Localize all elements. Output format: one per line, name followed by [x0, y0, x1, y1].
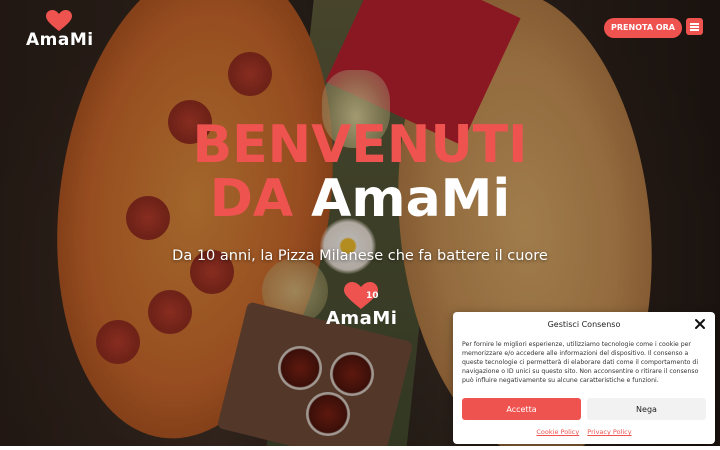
heart-10-icon: 10 [344, 282, 378, 309]
cookie-banner-title: Gestisci Consenso [547, 320, 621, 329]
cookie-consent-banner: Gestisci Consenso Per fornire le miglior… [453, 312, 715, 444]
headline-line1: BENVENUTI [192, 115, 528, 175]
hero-logo-badge: 10 AmaMi [326, 282, 398, 329]
hero-logo-text: AmaMi [326, 308, 398, 329]
privacy-policy-link[interactable]: Privacy Policy [587, 428, 631, 436]
heart-icon [46, 10, 72, 31]
site-logo[interactable]: AmaMi [26, 10, 94, 50]
hamburger-menu-icon[interactable] [686, 18, 703, 35]
logo-text: AmaMi [26, 30, 94, 50]
cookie-policy-link[interactable]: Cookie Policy [536, 428, 579, 436]
hero-subtitle: Da 10 anni, la Pizza Milanese che fa bat… [172, 248, 548, 264]
accept-button[interactable]: Accetta [462, 398, 581, 420]
deny-button[interactable]: Nega [587, 398, 706, 420]
close-icon[interactable] [694, 318, 706, 330]
headline-brand: AmaMi [311, 169, 511, 229]
headline-line2: DA AmaMi [160, 172, 560, 226]
prenota-ora-button[interactable]: PRENOTA ORA [604, 18, 682, 38]
cookie-links: Cookie Policy Privacy Policy [453, 428, 715, 436]
cookie-banner-text: Per fornire le migliori esperienze, util… [462, 341, 699, 384]
badge-number: 10 [366, 291, 378, 301]
hero-headline: BENVENUTI DA AmaMi [160, 118, 560, 226]
headline-da: DA [209, 169, 294, 229]
page-bottom-edge [0, 446, 720, 450]
